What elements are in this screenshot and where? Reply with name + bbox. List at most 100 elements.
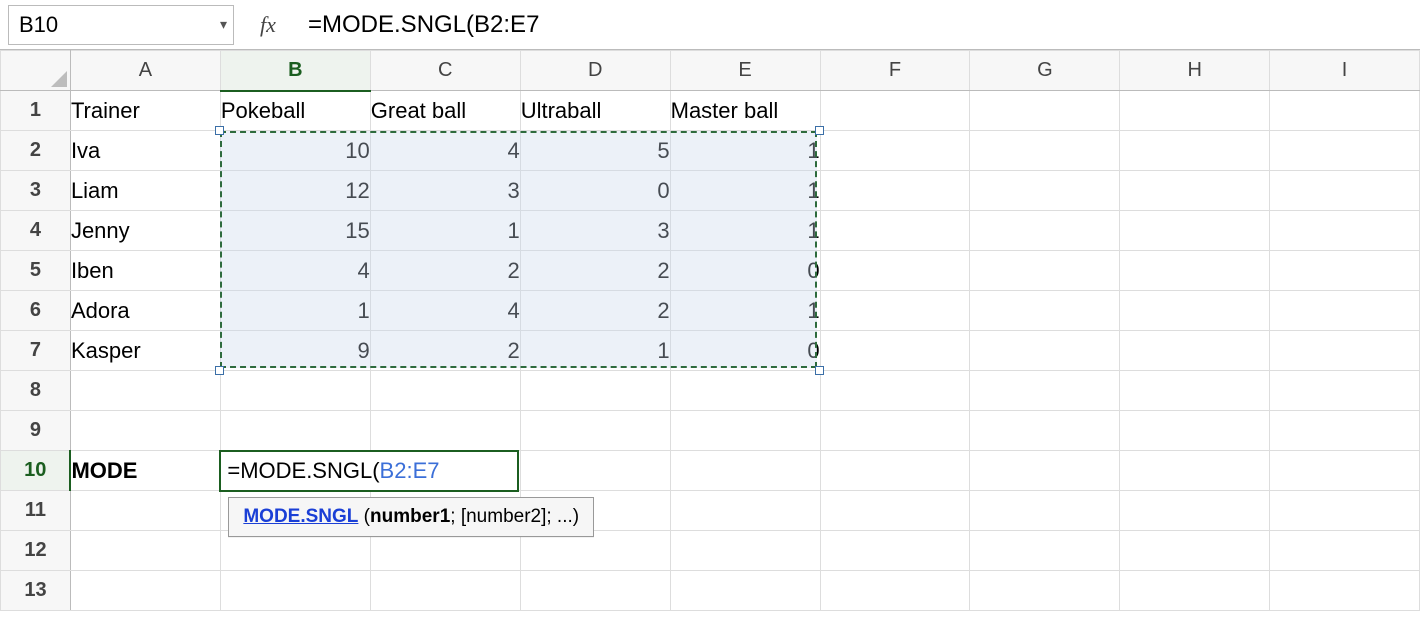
cell-H1[interactable]	[1120, 91, 1270, 131]
cell-D10[interactable]	[520, 451, 670, 491]
formula-input[interactable]: =MODE.SNGL(B2:E7	[302, 5, 1412, 45]
cell-F2[interactable]	[820, 131, 970, 171]
cell-G6[interactable]	[970, 291, 1120, 331]
cell-H5[interactable]	[1120, 251, 1270, 291]
cell-H7[interactable]	[1120, 331, 1270, 371]
row-header-7[interactable]: 7	[1, 331, 71, 371]
cell-G12[interactable]	[970, 531, 1120, 571]
row-header-5[interactable]: 5	[1, 251, 71, 291]
spreadsheet-grid[interactable]: A B C D E F G H I 1 Trainer Pokeball Gre…	[0, 50, 1420, 611]
cell-E2[interactable]: 1	[670, 131, 820, 171]
cell-G7[interactable]	[970, 331, 1120, 371]
row-header-9[interactable]: 9	[1, 411, 71, 451]
cell-E10[interactable]	[670, 451, 820, 491]
cell-E13[interactable]	[670, 571, 820, 611]
cell-editor[interactable]: =MODE.SNGL(B2:E7	[219, 450, 519, 492]
cell-A10[interactable]: MODE	[70, 451, 220, 491]
cell-F1[interactable]	[820, 91, 970, 131]
cell-C8[interactable]	[370, 371, 520, 411]
cell-I12[interactable]	[1270, 531, 1420, 571]
cell-E12[interactable]	[670, 531, 820, 571]
cell-F8[interactable]	[820, 371, 970, 411]
cell-D9[interactable]	[520, 411, 670, 451]
select-all-triangle[interactable]	[1, 51, 71, 91]
col-header-D[interactable]: D	[520, 51, 670, 91]
cell-G13[interactable]	[970, 571, 1120, 611]
cell-I3[interactable]	[1270, 171, 1420, 211]
cell-I13[interactable]	[1270, 571, 1420, 611]
selection-handle[interactable]	[815, 366, 824, 375]
cell-I2[interactable]	[1270, 131, 1420, 171]
tooltip-function-link[interactable]: MODE.SNGL	[243, 506, 358, 527]
cell-H9[interactable]	[1120, 411, 1270, 451]
cell-C4[interactable]: 1	[370, 211, 520, 251]
cell-D8[interactable]	[520, 371, 670, 411]
fx-icon[interactable]: fx	[244, 5, 292, 45]
cell-F6[interactable]	[820, 291, 970, 331]
cell-G1[interactable]	[970, 91, 1120, 131]
cell-F11[interactable]	[820, 491, 970, 531]
cell-E7[interactable]: 0	[670, 331, 820, 371]
cell-E4[interactable]: 1	[670, 211, 820, 251]
cell-D4[interactable]: 3	[520, 211, 670, 251]
cell-D1[interactable]: Ultraball	[520, 91, 670, 131]
cell-H4[interactable]	[1120, 211, 1270, 251]
cell-H10[interactable]	[1120, 451, 1270, 491]
cell-A1[interactable]: Trainer	[70, 91, 220, 131]
cell-B9[interactable]	[220, 411, 370, 451]
cell-G2[interactable]	[970, 131, 1120, 171]
col-header-E[interactable]: E	[670, 51, 820, 91]
cell-C2[interactable]: 4	[370, 131, 520, 171]
cell-E1[interactable]: Master ball	[670, 91, 820, 131]
col-header-G[interactable]: G	[970, 51, 1120, 91]
cell-G4[interactable]	[970, 211, 1120, 251]
cell-A7[interactable]: Kasper	[70, 331, 220, 371]
cell-A8[interactable]	[70, 371, 220, 411]
cell-D6[interactable]: 2	[520, 291, 670, 331]
cell-B1[interactable]: Pokeball	[220, 91, 370, 131]
cell-F10[interactable]	[820, 451, 970, 491]
cell-A6[interactable]: Adora	[70, 291, 220, 331]
cell-B8[interactable]	[220, 371, 370, 411]
cell-B6[interactable]: 1	[220, 291, 370, 331]
cell-G9[interactable]	[970, 411, 1120, 451]
cell-G5[interactable]	[970, 251, 1120, 291]
cell-I8[interactable]	[1270, 371, 1420, 411]
cell-B13[interactable]	[220, 571, 370, 611]
cell-E3[interactable]: 1	[670, 171, 820, 211]
cell-G3[interactable]	[970, 171, 1120, 211]
cell-B5[interactable]: 4	[220, 251, 370, 291]
name-box[interactable]: B10 ▾	[8, 5, 234, 45]
cell-H12[interactable]	[1120, 531, 1270, 571]
cell-A12[interactable]	[70, 531, 220, 571]
cell-F3[interactable]	[820, 171, 970, 211]
cell-C7[interactable]: 2	[370, 331, 520, 371]
cell-G11[interactable]	[970, 491, 1120, 531]
row-header-13[interactable]: 13	[1, 571, 71, 611]
cell-I9[interactable]	[1270, 411, 1420, 451]
selection-handle[interactable]	[215, 366, 224, 375]
cell-E9[interactable]	[670, 411, 820, 451]
cell-H3[interactable]	[1120, 171, 1270, 211]
cell-I10[interactable]	[1270, 451, 1420, 491]
col-header-H[interactable]: H	[1120, 51, 1270, 91]
row-header-10[interactable]: 10	[1, 451, 71, 491]
cell-F9[interactable]	[820, 411, 970, 451]
cell-B3[interactable]: 12	[220, 171, 370, 211]
cell-A9[interactable]	[70, 411, 220, 451]
cell-A2[interactable]: Iva	[70, 131, 220, 171]
cell-B7[interactable]: 9	[220, 331, 370, 371]
cell-C9[interactable]	[370, 411, 520, 451]
chevron-down-icon[interactable]: ▾	[220, 16, 227, 33]
cell-C6[interactable]: 4	[370, 291, 520, 331]
cell-H6[interactable]	[1120, 291, 1270, 331]
cell-C3[interactable]: 3	[370, 171, 520, 211]
cell-A11[interactable]	[70, 491, 220, 531]
cell-E6[interactable]: 1	[670, 291, 820, 331]
cell-I7[interactable]	[1270, 331, 1420, 371]
cell-H11[interactable]	[1120, 491, 1270, 531]
cell-D13[interactable]	[520, 571, 670, 611]
cell-G8[interactable]	[970, 371, 1120, 411]
row-header-6[interactable]: 6	[1, 291, 71, 331]
cell-C1[interactable]: Great ball	[370, 91, 520, 131]
